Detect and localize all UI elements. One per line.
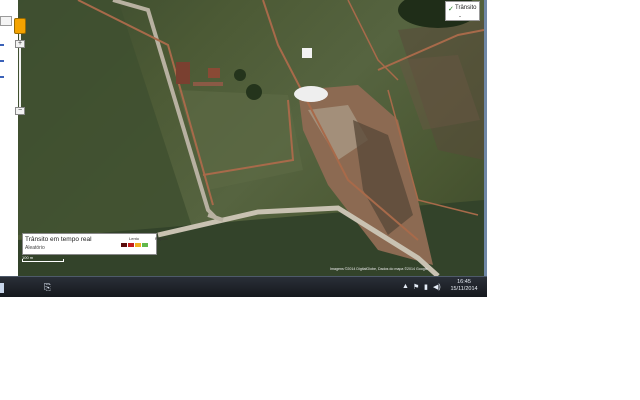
- legend-subtitle: Aleatório: [25, 245, 45, 251]
- legend-fast-label: Rápido: [155, 236, 168, 241]
- side-panel-marker: [0, 44, 4, 46]
- network-icon[interactable]: ▮: [424, 283, 428, 291]
- map-copyright: Imagens ©2014 DigitalGlobe, Dados do map…: [330, 267, 428, 271]
- side-panel-marker: [0, 60, 4, 62]
- side-panel-marker: [0, 76, 4, 78]
- legend-swatch: [128, 243, 134, 247]
- zoom-in-button[interactable]: +: [15, 40, 25, 48]
- zoom-out-button[interactable]: −: [15, 107, 25, 115]
- volume-icon[interactable]: ◀): [433, 283, 441, 291]
- legend-slow-label: Lento: [129, 236, 140, 241]
- clock-date: 15/11/2014: [450, 286, 478, 292]
- legend-swatch: [135, 243, 141, 247]
- taskbar-app-icon[interactable]: ⎘: [44, 282, 56, 293]
- legend-title: Trânsito em tempo real: [25, 236, 92, 243]
- traffic-layer-toggle[interactable]: ✓ Trânsito -: [445, 1, 480, 21]
- scale-bar: [22, 259, 64, 262]
- side-panel-control[interactable]: [0, 16, 12, 26]
- traffic-toggle-label: Trânsito: [455, 5, 477, 11]
- traffic-toggle-sub: -: [459, 14, 461, 20]
- zoom-slider-handle[interactable]: [14, 18, 26, 34]
- taskbar-clock[interactable]: 16:45 15/11/2014: [447, 279, 481, 293]
- checkmark-icon: ✓: [448, 6, 454, 13]
- legend-swatch: [121, 243, 127, 247]
- start-button[interactable]: [0, 283, 4, 293]
- action-center-flag-icon[interactable]: ⚑: [413, 283, 419, 291]
- tray-overflow-icon[interactable]: ▲: [402, 283, 409, 290]
- map-scale: 100 m: [22, 255, 70, 264]
- legend-swatch: [142, 243, 148, 247]
- traffic-legend: Trânsito em tempo real Aleatório Lento R…: [22, 233, 168, 255]
- window-border: [484, 0, 487, 296]
- clock-time: 16:45: [457, 279, 471, 285]
